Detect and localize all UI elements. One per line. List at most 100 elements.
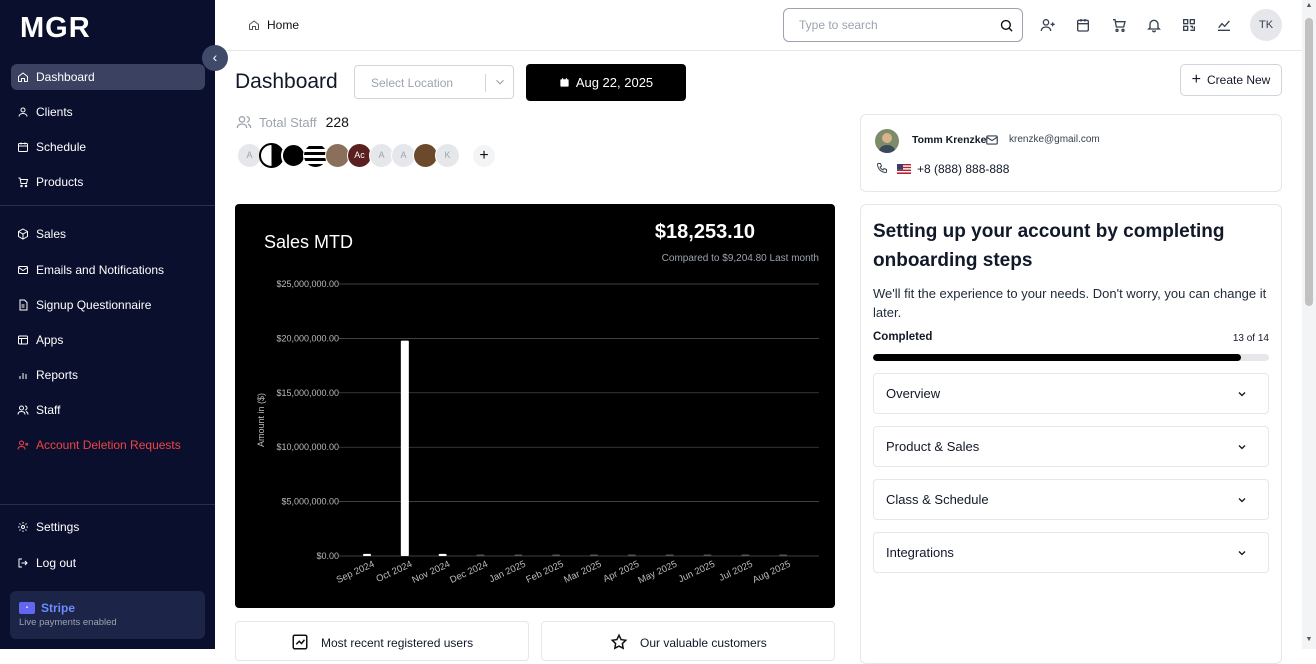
sidebar-item-label: Reports — [36, 368, 79, 382]
contact-card: Tomm Krenzke krenzke@gmail.com +8 (888) … — [860, 114, 1282, 192]
trend-chart-icon — [292, 634, 308, 650]
x-tick-label: Mar 2025 — [562, 559, 603, 586]
user-avatar[interactable]: TK — [1250, 9, 1282, 41]
accordion-integrations[interactable]: Integrations — [873, 532, 1269, 573]
user-icon — [17, 106, 29, 118]
avatar[interactable]: K — [435, 143, 460, 168]
y-tick-label: $5,000,000.00 — [281, 497, 339, 507]
breadcrumb[interactable]: Home — [248, 18, 299, 32]
onboarding-title: Setting up your account by completing on… — [873, 221, 1225, 271]
accordion-class-schedule[interactable]: Class & Schedule — [873, 479, 1269, 520]
chart-bar — [552, 554, 561, 556]
x-tick-label: Jun 2025 — [677, 559, 717, 585]
apps-icon — [17, 334, 29, 346]
x-tick-label: Aug 2025 — [751, 559, 793, 586]
qr-code-icon[interactable] — [1180, 16, 1198, 34]
trending-icon[interactable] — [1215, 16, 1233, 34]
accordion-overview[interactable]: Overview — [873, 373, 1269, 414]
location-select-placeholder: Select Location — [371, 76, 454, 90]
recent-users-label: Most recent registered users — [321, 636, 474, 650]
selected-date: Aug 22, 2025 — [575, 75, 654, 90]
accordion-label: Overview — [886, 386, 941, 401]
sidebar-item-account-deletion[interactable]: Account Deletion Requests — [11, 432, 205, 458]
users-icon — [17, 404, 29, 416]
sidebar-item-signup-questionnaire[interactable]: Signup Questionnaire — [11, 292, 205, 318]
logout-icon — [17, 557, 29, 569]
sidebar-item-label: Account Deletion Requests — [36, 438, 181, 452]
chart-bar — [400, 340, 409, 556]
onboarding-completed-label: Completed — [873, 331, 933, 343]
contact-email[interactable]: krenzke@gmail.com — [1009, 134, 1100, 145]
sidebar-item-dashboard[interactable]: Dashboard — [11, 64, 205, 90]
scroll-up-icon[interactable]: ▲ — [1305, 2, 1313, 9]
chart-bar — [438, 553, 447, 556]
box-icon — [17, 228, 29, 240]
search-input[interactable] — [799, 18, 989, 32]
sidebar-item-label: Log out — [36, 556, 77, 570]
calendar-icon — [560, 77, 569, 87]
location-select[interactable]: Select Location — [354, 65, 514, 99]
sidebar-item-label: Dashboard — [36, 70, 95, 84]
sidebar-item-logout[interactable]: Log out — [11, 550, 205, 576]
scroll-thumb[interactable] — [1305, 18, 1313, 306]
date-picker-button[interactable]: Aug 22, 2025 — [526, 64, 686, 101]
sales-chart-card: $25,000,000.00 $20,000,000.00 $15,000,000.… — [235, 204, 835, 608]
sidebar-divider — [0, 205, 215, 206]
chart-title: Sales MTD — [264, 232, 354, 252]
y-tick-label: $20,000,000.00 — [276, 333, 339, 343]
cart-icon[interactable] — [1110, 16, 1128, 34]
chevron-down-icon — [1238, 551, 1246, 556]
stripe-status-card[interactable]: ▪ Stripe Live payments enabled — [10, 591, 205, 639]
mail-icon — [986, 135, 998, 145]
app-logo: MGR — [20, 12, 91, 44]
calendar-icon[interactable] — [1074, 16, 1092, 34]
add-staff-button[interactable]: + — [473, 145, 495, 167]
y-axis-label: Amount in ($) — [256, 393, 266, 447]
bell-icon[interactable] — [1145, 16, 1163, 34]
document-icon — [17, 299, 29, 311]
chevron-left-icon: ‹ — [212, 49, 218, 65]
page-scrollbar[interactable]: ▲ ▼ — [1302, 0, 1316, 649]
top-bar: Home TK — [215, 0, 1302, 51]
valuable-customers-card[interactable]: Our valuable customers — [541, 621, 835, 661]
sidebar-item-emails[interactable]: Emails and Notifications — [11, 257, 205, 283]
chevron-down-icon — [1238, 445, 1246, 450]
star-icon — [610, 633, 628, 650]
sidebar-item-settings[interactable]: Settings — [11, 514, 205, 540]
sidebar-divider — [0, 504, 215, 505]
sidebar-item-sales[interactable]: Sales — [11, 221, 205, 247]
x-tick-label: May 2025 — [636, 559, 678, 587]
sidebar-item-apps[interactable]: Apps — [11, 327, 205, 353]
create-new-button[interactable]: + Create New — [1180, 64, 1282, 96]
sidebar-item-label: Sales — [36, 227, 67, 241]
user-x-icon — [17, 439, 29, 451]
collapse-sidebar-button[interactable]: ‹ — [202, 45, 228, 71]
onboarding-progress-fill — [873, 354, 1242, 361]
scroll-down-icon[interactable]: ▼ — [1305, 636, 1313, 643]
chart-bar — [703, 554, 712, 556]
sidebar-item-schedule[interactable]: Schedule — [11, 134, 205, 160]
sidebar-item-label: Emails and Notifications — [36, 263, 165, 277]
home-icon — [17, 71, 29, 83]
calendar-icon — [17, 141, 29, 153]
recent-users-card[interactable]: Most recent registered users — [235, 621, 529, 661]
chart-bar — [514, 554, 523, 556]
contact-avatar — [875, 129, 899, 153]
onboarding-count: 13 of 14 — [1232, 333, 1269, 344]
sidebar-item-label: Settings — [36, 520, 80, 534]
accordion-product-sales[interactable]: Product & Sales — [873, 426, 1269, 467]
y-tick-label: $0.00 — [316, 551, 339, 561]
sidebar-item-label: Clients — [36, 105, 73, 119]
sidebar-item-staff[interactable]: Staff — [11, 397, 205, 423]
add-user-icon[interactable] — [1039, 16, 1057, 34]
sidebar-item-clients[interactable]: Clients — [11, 99, 205, 125]
cart-icon — [17, 176, 29, 188]
y-tick-label: $25,000,000.00 — [276, 279, 339, 289]
sidebar-item-reports[interactable]: Reports — [11, 362, 205, 388]
plus-icon: + — [479, 147, 489, 164]
sidebar-item-products[interactable]: Products — [11, 169, 205, 195]
page-title: Dashboard — [235, 70, 338, 93]
search-icon[interactable] — [999, 18, 1014, 33]
total-staff: Total Staff 228 — [235, 114, 349, 130]
contact-phone[interactable]: +8 (888) 888-888 — [917, 162, 1009, 176]
